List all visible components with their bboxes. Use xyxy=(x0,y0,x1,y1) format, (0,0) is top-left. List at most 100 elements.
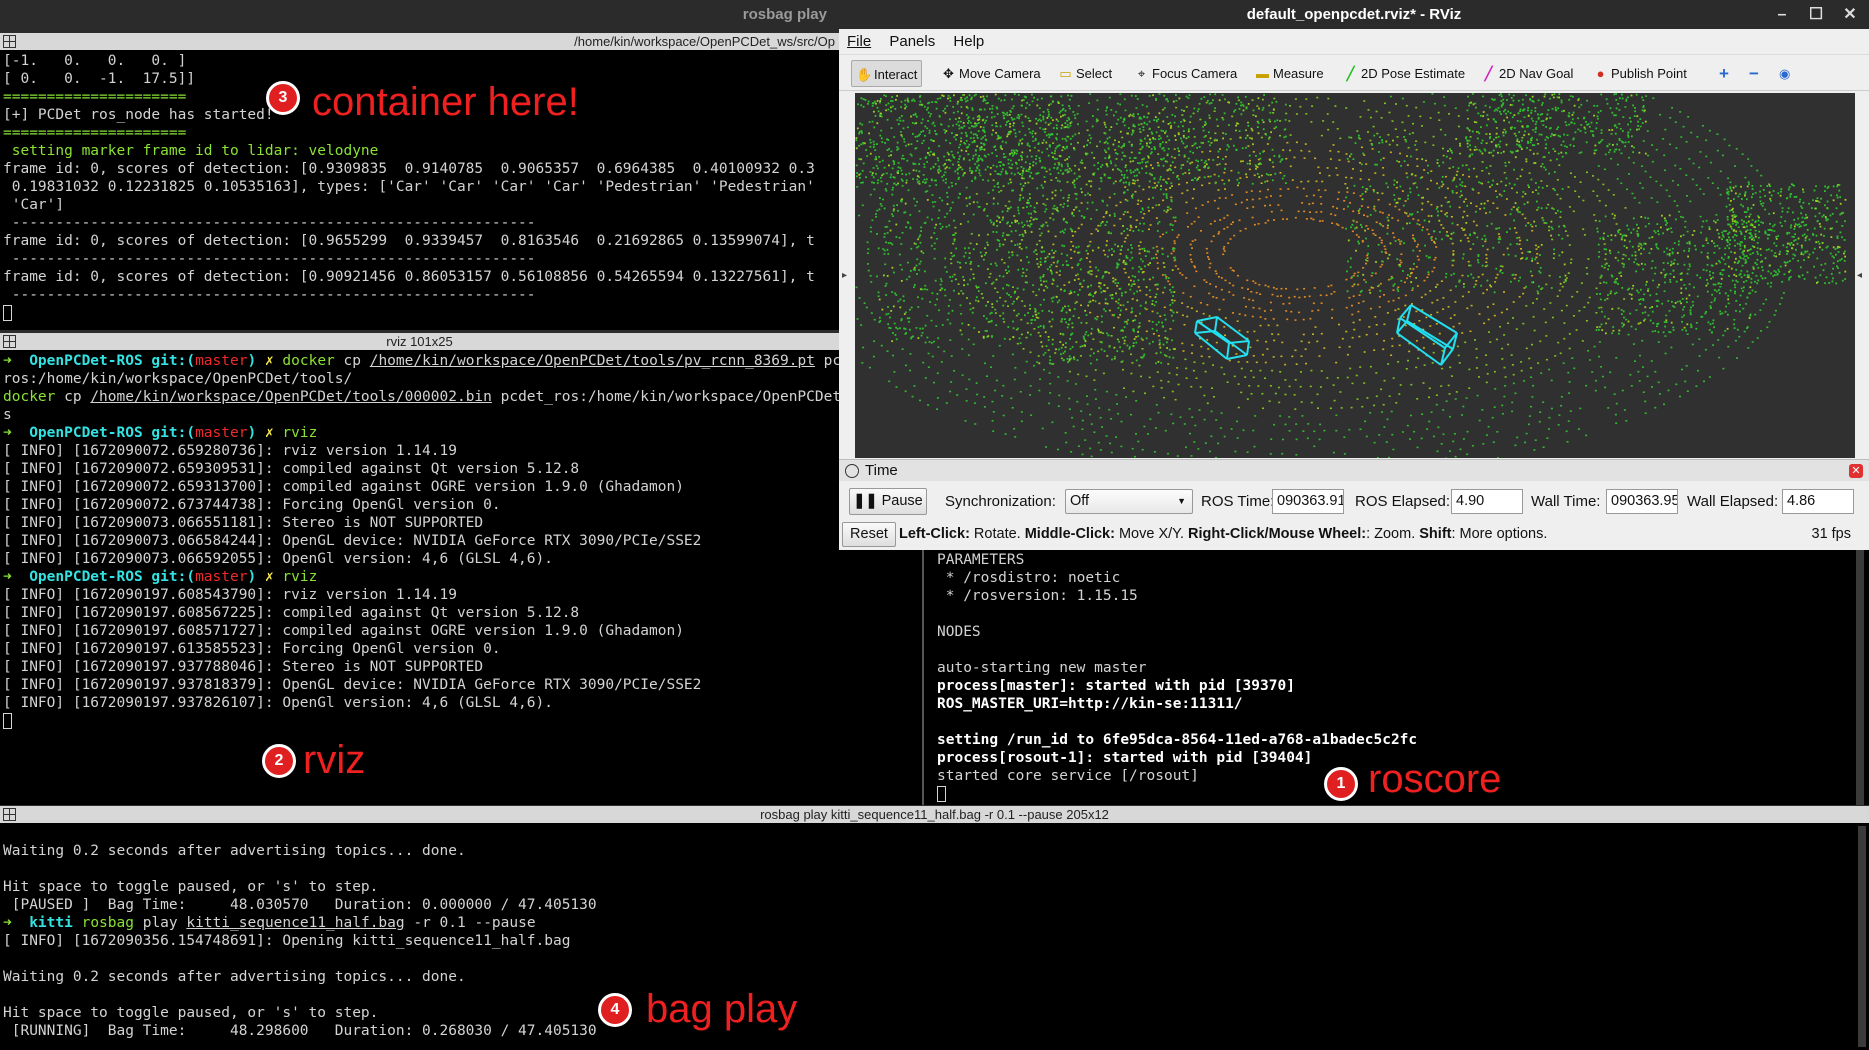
hint-segment: : Zoom. xyxy=(1366,526,1420,542)
terminal-line: NODES xyxy=(934,623,1869,641)
tool-publish-point[interactable]: ● Publish Point xyxy=(1589,60,1691,87)
tool-measure[interactable]: ▬ Measure xyxy=(1251,60,1328,87)
terminal-text: [ INFO] [1672090072.659309531]: compiled… xyxy=(3,461,580,477)
roscore-scrollbar[interactable] xyxy=(1856,550,1864,805)
terminal-line: docker cp /home/kin/workspace/OpenPCDet/… xyxy=(0,388,922,406)
terminal-text: [RUNNING] Bag Time: 48.298600 Duration: … xyxy=(3,1023,597,1039)
terminal-text: [ INFO] [1672090073.066551181]: Stereo i… xyxy=(3,515,484,531)
ros-elapsed-field[interactable]: 4.90 xyxy=(1451,489,1523,514)
rviz-window[interactable]: default_openpcdet.rviz* - RViz – ☐ ✕ Fil… xyxy=(839,0,1869,550)
mouse-hint-text: Left-Click: Rotate. Middle-Click: Move X… xyxy=(899,519,1547,550)
terminal-text: master xyxy=(195,569,248,585)
tool-label: Move Camera xyxy=(959,66,1041,81)
terminal-text: * /rosdistro: noetic xyxy=(937,570,1121,586)
terminal-text: OpenPCDet-ROS xyxy=(29,569,152,585)
terminal-text: s xyxy=(3,407,12,423)
point-cloud-render[interactable] xyxy=(855,93,1855,458)
remove-tool-icon[interactable]: − xyxy=(1745,60,1763,87)
terminal-text: [ INFO] [1672090072.673744738]: Forcing … xyxy=(3,497,501,513)
terminal-text: ) xyxy=(247,425,265,441)
top-window-titlebar: rosbag play xyxy=(0,0,839,31)
terminal-text: process[rosout-1]: started with pid [394… xyxy=(937,750,1313,766)
annotation-badge-3: 3 xyxy=(266,81,300,115)
maximize-icon[interactable]: ☐ xyxy=(1799,0,1833,29)
terminal-text: auto-starting new master xyxy=(937,660,1147,676)
terminal-line: process[master]: started with pid [39370… xyxy=(934,677,1869,695)
terminal-line: [PAUSED ] Bag Time: 48.030570 Duration: … xyxy=(0,896,1869,914)
hint-segment: Right-Click/Mouse Wheel: xyxy=(1188,526,1367,542)
terminal-line: [ INFO] [1672090073.066584244]: OpenGL d… xyxy=(0,532,922,550)
tool-interact[interactable]: ✋ Interact xyxy=(851,60,923,87)
add-tool-icon[interactable]: + xyxy=(1715,60,1733,87)
terminal-text: ✗ xyxy=(264,353,283,369)
hint-segment: Shift xyxy=(1419,526,1452,542)
hint-segment: Move X/Y. xyxy=(1114,526,1189,542)
rviz-terminal[interactable]: ➜ OpenPCDet-ROS git:(master) ✗ docker cp… xyxy=(0,350,922,805)
terminal-line: ----------------------------------------… xyxy=(0,286,839,304)
annotation-badge-1: 1 xyxy=(1324,767,1358,801)
wall-time-field[interactable]: 090363.95 xyxy=(1606,489,1678,514)
terminal-line: * /rosdistro: noetic xyxy=(934,569,1869,587)
terminal-text: 0.19831032 0.12231825 0.10535163], types… xyxy=(3,179,815,195)
tool-focus-camera[interactable]: ⌖ Focus Camera xyxy=(1130,60,1241,87)
terminal-line: [ INFO] [1672090356.154748691]: Opening … xyxy=(0,932,1869,950)
close-icon[interactable]: ✕ xyxy=(1833,0,1867,29)
pause-button[interactable]: ❚❚ Pause xyxy=(849,488,927,515)
terminal-text: git:( xyxy=(151,569,196,585)
terminal-text: ===================== xyxy=(3,125,187,141)
terminal-text: [ INFO] [1672090197.937818379]: OpenGL d… xyxy=(3,677,702,693)
terminal-line: 'Car'] xyxy=(0,196,839,214)
terminal-text: ➜ xyxy=(3,915,30,931)
right-panel-collapse-icon[interactable]: ◂ xyxy=(1857,270,1862,281)
tool-move-camera[interactable]: ✥ Move Camera xyxy=(937,60,1045,87)
top-terminal-bar: /home/kin/workspace/OpenPCDet_ws/src/Op xyxy=(0,33,839,50)
rviz-3d-viewport[interactable] xyxy=(855,93,1855,458)
eye-icon[interactable]: ◉ xyxy=(1775,60,1794,87)
top-window-title: rosbag play xyxy=(742,6,827,23)
terminal-line: frame id: 0, scores of detection: [0.965… xyxy=(0,232,839,250)
wall-elapsed-field[interactable]: 4.86 xyxy=(1782,489,1854,514)
rviz-titlebar[interactable]: default_openpcdet.rviz* - RViz – ☐ ✕ xyxy=(839,0,1869,29)
terminal-text: ----------------------------------------… xyxy=(3,215,536,231)
terminal-text: OpenPCDet-ROS xyxy=(29,353,152,369)
bagplay-terminal[interactable]: Waiting 0.2 seconds after advertising to… xyxy=(0,823,1869,1050)
terminal-line: ➜ kitti rosbag play kitti_sequence11_hal… xyxy=(0,914,1869,932)
terminal-line: ros:/home/kin/workspace/OpenPCDet/tools/ xyxy=(0,370,922,388)
chevron-down-icon: ▼ xyxy=(1177,496,1186,506)
menu-file[interactable]: File xyxy=(847,33,871,50)
tool-2d-nav-goal[interactable]: ╱ 2D Nav Goal xyxy=(1477,60,1577,87)
terminal-text: ===================== xyxy=(3,89,187,105)
rviz-toolbar: ✋ Interact ✥ Move Camera ▭ Select ⌖ Focus Ca… xyxy=(839,54,1869,91)
terminal-line: Hit space to toggle paused, or 's' to st… xyxy=(0,878,1869,896)
ros-time-field[interactable]: 090363.91 xyxy=(1272,489,1344,514)
bag-terminal-title: rosbag play kitti_sequence11_half.bag -r… xyxy=(760,807,1109,822)
top-terminal-path: /home/kin/workspace/OpenPCDet_ws/src/Op xyxy=(574,34,835,49)
tool-label: Publish Point xyxy=(1611,66,1687,81)
ros-elapsed-label: ROS Elapsed: xyxy=(1355,493,1451,510)
terminal-line: [ INFO] [1672090197.608543790]: rviz ver… xyxy=(0,586,922,604)
clock-icon xyxy=(845,464,859,478)
terminal-text: process[master]: started with pid [39370… xyxy=(937,678,1295,694)
minimize-icon[interactable]: – xyxy=(1765,0,1799,29)
terminal-text: setting marker frame id to lidar: velody… xyxy=(3,143,379,159)
sync-label: Synchronization: xyxy=(945,493,1056,510)
terminal-text: git:( xyxy=(151,425,196,441)
sync-select[interactable]: Off ▼ xyxy=(1065,489,1193,514)
close-panel-icon[interactable]: ✕ xyxy=(1849,464,1863,478)
menu-panels[interactable]: Panels xyxy=(889,33,935,50)
terminal-line: ROS_MASTER_URI=http://kin-se:11311/ xyxy=(934,695,1869,713)
reset-button[interactable]: Reset xyxy=(842,522,896,547)
terminal-line: [ INFO] [1672090072.659280736]: rviz ver… xyxy=(0,442,922,460)
bag-scrollbar[interactable] xyxy=(1858,826,1866,1047)
menu-help[interactable]: Help xyxy=(953,33,984,50)
terminal-text: -r 0.1 --pause xyxy=(404,915,536,931)
annotation-container: container here! xyxy=(312,80,579,124)
terminal-line: [ INFO] [1672090073.066592055]: OpenGl v… xyxy=(0,550,922,568)
tool-select[interactable]: ▭ Select xyxy=(1054,60,1116,87)
terminal-text: /home/kin/workspace/OpenPCDet/tools/0000… xyxy=(90,389,492,405)
terminal-line: [ INFO] [1672090197.613585523]: Forcing … xyxy=(0,640,922,658)
terminal-text: [-1. 0. 0. 0. ] xyxy=(3,53,187,69)
tool-2d-pose-estimate[interactable]: ╱ 2D Pose Estimate xyxy=(1339,60,1469,87)
left-panel-collapse-icon[interactable]: ▸ xyxy=(842,270,847,281)
